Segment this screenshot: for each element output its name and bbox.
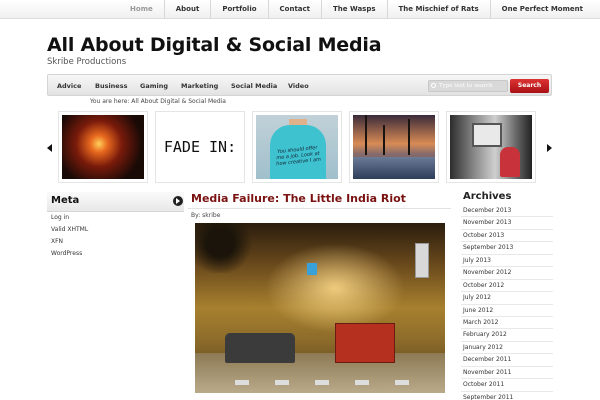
category-business[interactable]: Business <box>95 75 127 97</box>
meta-link-xhtml[interactable]: Valid XHTML <box>51 224 88 236</box>
meta-widget-header: Meta <box>47 192 184 212</box>
street-sign <box>307 263 317 275</box>
signboard <box>415 243 429 278</box>
search-button[interactable]: Search <box>510 79 549 93</box>
category-gaming[interactable]: Gaming <box>140 75 168 97</box>
divider <box>188 208 451 209</box>
road-marking <box>275 380 289 385</box>
category-video[interactable]: Video <box>288 75 309 97</box>
palm-tree <box>365 115 367 155</box>
breadcrumb: You are here: All About Digital & Social… <box>90 98 226 105</box>
train-photo <box>450 115 532 179</box>
archive-link[interactable]: December 2011 <box>461 354 553 367</box>
road-marking <box>315 380 329 385</box>
carousel-slide-tshirt[interactable]: You should offer me a job. Look at how c… <box>252 111 342 183</box>
archive-link[interactable]: November 2013 <box>461 217 553 230</box>
archive-link[interactable]: October 2013 <box>461 230 553 243</box>
archive-link[interactable]: January 2012 <box>461 342 553 355</box>
featured-carousel: FADE IN: You should offer me a job. Look… <box>47 108 554 186</box>
top-nav-contact[interactable]: Contact <box>267 0 322 19</box>
archive-link[interactable]: March 2012 <box>461 317 553 330</box>
archive-link[interactable]: February 2012 <box>461 329 553 342</box>
carousel-next-arrow-icon[interactable] <box>547 144 552 152</box>
site-tagline: Skribe Productions <box>47 57 127 67</box>
archive-link[interactable]: December 2013 <box>461 205 553 218</box>
meta-links: Log in Valid XHTML XFN WordPress <box>51 212 88 260</box>
meta-link-xfn[interactable]: XFN <box>51 236 88 248</box>
post-title[interactable]: Media Failure: The Little India Riot <box>191 192 406 205</box>
archive-link[interactable]: July 2012 <box>461 292 553 305</box>
meta-link-wordpress[interactable]: WordPress <box>51 248 88 260</box>
carousel-slide-fade-in[interactable]: FADE IN: <box>155 111 245 183</box>
top-nav-home[interactable]: Home <box>119 0 164 19</box>
top-nav-items: Home About Portfolio Contact The Wasps T… <box>119 0 594 19</box>
search-placeholder: Type text to search <box>439 83 493 89</box>
fire-photo <box>62 115 144 179</box>
meta-link-login[interactable]: Log in <box>51 212 88 224</box>
archive-link[interactable]: June 2012 <box>461 305 553 317</box>
palm-tree <box>383 125 385 155</box>
carousel-slide-train[interactable] <box>446 111 536 183</box>
post-byline: By: skribe <box>191 212 221 219</box>
top-nav-the-wasps[interactable]: The Wasps <box>321 0 386 19</box>
fade-in-image: FADE IN: <box>159 115 241 179</box>
pool-water <box>353 157 435 179</box>
category-marketing[interactable]: Marketing <box>181 75 218 97</box>
tshirt-photo: You should offer me a job. Look at how c… <box>256 115 338 179</box>
palm-tree <box>408 119 410 155</box>
road-marking <box>235 380 249 385</box>
carousel-slide-fire[interactable] <box>58 111 148 183</box>
archives-title: Archives <box>463 191 512 202</box>
passenger <box>500 147 520 177</box>
archive-link[interactable]: October 2011 <box>461 379 553 392</box>
top-nav-mischief-of-rats[interactable]: The Mischief of Rats <box>386 0 490 19</box>
tree-silhouette <box>195 223 255 273</box>
site-title[interactable]: All About Digital & Social Media <box>47 34 382 56</box>
riot-photo[interactable] <box>195 223 445 393</box>
top-nav-about[interactable]: About <box>163 0 211 19</box>
archive-link[interactable]: November 2011 <box>461 367 553 380</box>
search-icon <box>431 83 436 88</box>
fire-truck <box>335 323 395 363</box>
fade-in-text: FADE IN: <box>163 138 237 156</box>
archives-list: December 2013 November 2013 October 2013… <box>461 205 553 400</box>
pool-sunset-photo <box>353 115 435 179</box>
search-input[interactable]: Type text to search <box>428 80 508 92</box>
archive-link[interactable]: September 2013 <box>461 242 553 255</box>
burnt-car <box>225 333 295 363</box>
top-navigation: Home About Portfolio Contact The Wasps T… <box>0 0 600 19</box>
toggle-arrow-icon[interactable] <box>173 196 183 206</box>
road-marking <box>395 380 409 385</box>
carousel-slide-pool[interactable] <box>349 111 439 183</box>
train-window <box>472 123 502 147</box>
street-light-glow <box>265 243 405 333</box>
road-marking <box>355 380 369 385</box>
archive-link[interactable]: November 2012 <box>461 267 553 280</box>
archive-link[interactable]: October 2012 <box>461 280 553 293</box>
category-navigation: Advice Business Gaming Marketing Social … <box>47 74 552 96</box>
archive-link[interactable]: July 2013 <box>461 255 553 268</box>
top-nav-portfolio[interactable]: Portfolio <box>210 0 267 19</box>
category-advice[interactable]: Advice <box>57 75 81 97</box>
meta-title: Meta <box>51 195 80 206</box>
category-social-media[interactable]: Social Media <box>231 75 277 97</box>
top-nav-one-perfect-moment[interactable]: One Perfect Moment <box>489 0 594 19</box>
carousel-prev-arrow-icon[interactable] <box>47 144 52 152</box>
archive-link[interactable]: September 2011 <box>461 392 553 400</box>
